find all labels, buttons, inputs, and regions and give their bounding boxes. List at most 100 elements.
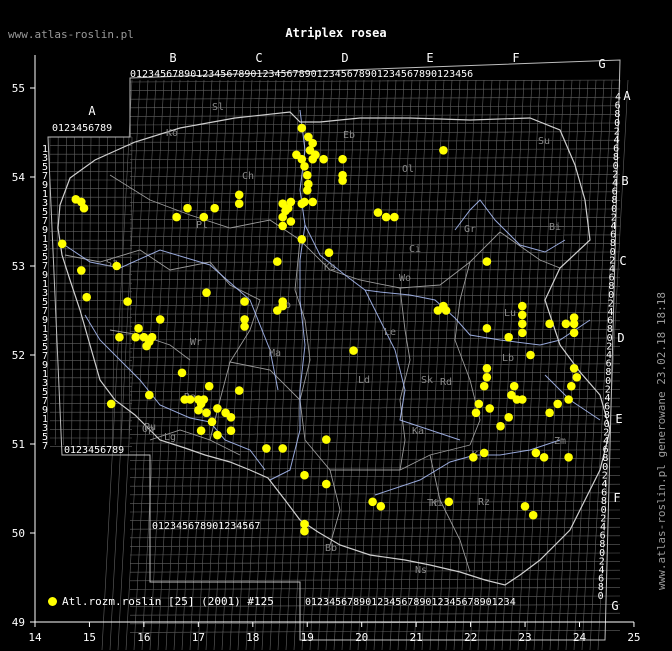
left-digit: 7 <box>42 441 48 452</box>
occurrence-point <box>278 221 288 231</box>
x-tick-label: 24 <box>573 631 587 644</box>
occurrence-point <box>349 346 358 355</box>
region-Ci: Ci <box>409 244 421 255</box>
x-tick-label: 19 <box>301 631 314 644</box>
grid-row-G: G <box>611 599 618 613</box>
occurrence-point <box>338 154 347 164</box>
occurrence-point <box>444 497 454 507</box>
occurrence-point <box>286 217 296 226</box>
region-boundary-9 <box>499 231 561 269</box>
legend-label: Atl.rozm.roslin [25] (2001) #125 <box>62 595 274 608</box>
region-Bi: Bi <box>549 222 561 233</box>
grid-row-C: C <box>619 254 626 268</box>
occurrence-point <box>194 405 203 415</box>
occurrence-point <box>106 399 116 409</box>
occurrence-point <box>213 404 222 413</box>
occurrence-point <box>300 526 309 536</box>
region-Tr: Tr <box>427 498 439 509</box>
occurrence-point <box>297 235 307 244</box>
occurrence-point <box>207 417 217 427</box>
occurrence-point <box>482 324 492 333</box>
x-tick-label: 16 <box>137 631 150 644</box>
region-Ch: Ch <box>242 171 254 182</box>
occurrence-point <box>226 413 236 422</box>
region-Eb: Eb <box>343 130 355 141</box>
occurrence-point <box>300 470 309 480</box>
occurrence-point <box>567 381 576 391</box>
region-Ol: Ol <box>402 164 414 175</box>
occurrence-point <box>283 203 293 213</box>
occurrence-point <box>531 448 541 458</box>
occurrence-point <box>134 324 143 333</box>
occurrence-point <box>300 162 309 171</box>
occurrence-point <box>204 381 214 391</box>
y-tick-label: 51 <box>12 438 25 451</box>
occurrence-point <box>297 123 307 133</box>
occurrence-point <box>439 146 448 155</box>
occurrence-point <box>177 368 187 378</box>
region-Lg: Lg <box>164 432 176 443</box>
region-Bb: Bb <box>325 543 337 554</box>
x-tick-label: 14 <box>28 631 42 644</box>
x-tick-label: 22 <box>464 631 477 644</box>
occurrence-point <box>112 261 121 271</box>
occurrence-point <box>183 203 192 213</box>
y-tick-label: 54 <box>12 171 26 184</box>
region-boundary-5 <box>399 287 411 471</box>
region-Lu: Lu <box>504 308 516 319</box>
y-tick-label: 52 <box>12 349 25 362</box>
occurrence-point <box>561 319 571 329</box>
occurrence-point <box>441 306 451 315</box>
occurrence-point <box>471 408 481 418</box>
x-tick-label: 17 <box>192 631 205 644</box>
occurrence-point <box>433 306 443 315</box>
region-Op: Op <box>142 424 154 435</box>
occurrence-point <box>390 212 399 222</box>
x-tick-label: 21 <box>410 631 423 644</box>
occurrence-point <box>518 319 527 329</box>
occurrence-point <box>504 413 513 422</box>
grid-column-C: C <box>255 51 262 65</box>
occurrence-point <box>518 395 527 404</box>
occurrence-point <box>202 408 211 418</box>
occurrence-point <box>482 373 492 382</box>
occurrence-point <box>82 292 91 302</box>
occurrence-point <box>234 190 244 200</box>
occurrence-point <box>520 502 530 511</box>
occurrence-point <box>319 154 328 164</box>
occurrence-point <box>147 332 157 342</box>
occurrence-point <box>240 297 249 306</box>
occurrence-point <box>303 186 312 195</box>
region-Sl: Sl <box>212 102 224 113</box>
y-tick-label: 53 <box>12 260 25 273</box>
occurrence-point <box>482 364 492 373</box>
region-Lb: Lb <box>502 353 514 364</box>
occurrence-point <box>57 239 67 249</box>
occurrence-point <box>273 306 282 315</box>
region-boundary-3 <box>454 261 481 446</box>
occurrence-point <box>569 328 579 338</box>
occurrence-point <box>123 297 132 306</box>
occurrence-point <box>240 322 249 331</box>
grid-column-A: A <box>88 104 96 118</box>
digit-row-a: 0123456789 <box>52 123 112 134</box>
occurrence-point <box>202 288 211 298</box>
atlas-grid <box>46 59 629 651</box>
grid-column-D: D <box>341 51 348 65</box>
grid-row-B: B <box>621 174 628 188</box>
occurrence-point <box>79 203 89 213</box>
region-Le: Le <box>384 327 396 338</box>
occurrence-point <box>142 341 151 351</box>
grid-row-A: A <box>623 89 631 103</box>
legend-marker <box>48 597 57 606</box>
occurrence-point <box>210 203 219 213</box>
occurrence-point <box>526 350 535 360</box>
occurrence-point <box>185 395 195 404</box>
region-Wr: Wr <box>190 337 202 348</box>
occurrence-point <box>172 212 181 222</box>
occurrence-point <box>572 373 582 382</box>
occurrence-point <box>528 510 538 520</box>
occurrence-point <box>297 199 307 208</box>
region-Rz: Rz <box>478 497 490 508</box>
region-Su: Su <box>538 136 550 147</box>
